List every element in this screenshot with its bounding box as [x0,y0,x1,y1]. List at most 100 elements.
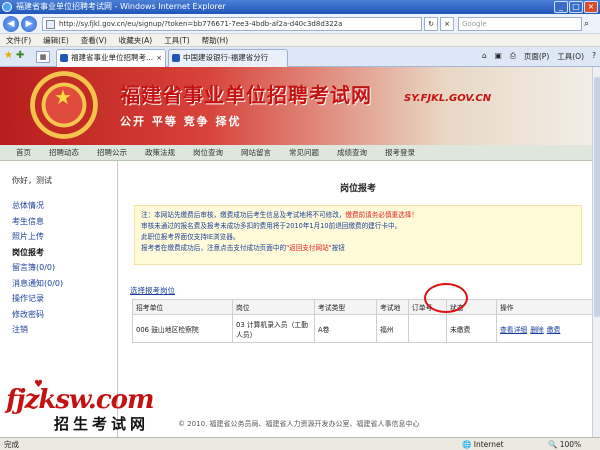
sidebar-item-photo-upload[interactable]: 照片上传 [12,229,117,245]
user-greeting: 你好，测试 [12,176,52,185]
notice-text-1a: 注：本网站先缴费后审核，缴费成功后考生信息及考试地将不可修改， [141,211,346,219]
nav-recruit-notice[interactable]: 招聘公示 [97,145,127,160]
sidebar-item-guestbook[interactable]: 留言簿(0/0) [12,260,117,276]
tab-close-icon[interactable]: × [156,50,162,66]
delete-link[interactable]: 删除 [530,326,544,334]
quick-tabs-icon[interactable]: ▦ [36,51,50,63]
table-row: 006 鼓山地区检察院 03 计算机录入员（工勤人员） A卷 福州 未缴费 查看… [132,314,592,343]
address-toolbar: ◀ ▶ http://sy.fjkl.gov.cn/eu/signup/?tok… [0,14,600,34]
nav-position-query[interactable]: 岗位查询 [193,145,223,160]
stop-icon[interactable]: × [440,17,454,31]
pay-link[interactable]: 缴费 [547,326,561,334]
window-titlebar: 福建省事业单位招聘考试网 - Windows Internet Explorer… [0,0,600,14]
sidebar-item-notifications[interactable]: 消息通知(0/0) [12,276,117,292]
zone-label: Internet [473,440,504,449]
scrollbar-thumb[interactable] [594,77,600,317]
watermark-text: 招生考试网 [54,415,150,433]
status-bar: 完成 🌐 Internet 🔍 100% [0,437,600,450]
tab-bar: ★ ✚ ▦ 福建省事业单位招聘考... × 中国建设银行-福建省分行 ⌂ ▣ ⎙… [0,47,600,67]
minimize-button[interactable]: _ [554,1,568,13]
address-actions: ↻ × [424,17,454,31]
notice-text-4c: 按钮 [331,244,345,252]
tab-inactive-label: 中国建设银行-福建省分行 [183,53,269,62]
notice-line-4: 报考者在缴费成功后，注意点击支付成功页面中的"返回支付网站"按钮 [141,243,575,254]
menu-bar: 文件(F) 编辑(E) 查看(V) 收藏夹(A) 工具(T) 帮助(H) [0,34,600,47]
maximize-button[interactable]: □ [569,1,583,13]
sidebar-item-history[interactable]: 操作记录 [12,291,117,307]
menu-edit[interactable]: 编辑(E) [43,34,69,46]
cell-exam-place: 福州 [376,314,409,343]
table-header-row: 招考单位 岗位 考试类型 考试地 订单号 状态 操作 [132,299,592,315]
sidebar-item-change-password[interactable]: 修改密码 [12,307,117,323]
sidebar-item-overview[interactable]: 总体情况 [12,198,117,214]
page-viewport: ★ 福建省事业单位招聘考试网 公开 平等 竞争 择优 SY.FJKL.GOV.C… [0,67,592,437]
menu-view[interactable]: 查看(V) [81,34,107,46]
refresh-icon[interactable]: ↻ [424,17,438,31]
site-banner: ★ 福建省事业单位招聘考试网 公开 平等 竞争 择优 SY.FJKL.GOV.C… [0,67,592,145]
notice-line-3: 此职位报考界面仅支持IE浏览器。 [141,233,240,241]
window-controls: _ □ × [554,1,598,13]
sidebar-item-profile[interactable]: 考生信息 [12,214,117,230]
menu-file[interactable]: 文件(F) [6,34,31,46]
cell-status: 未缴费 [446,314,497,343]
site-title: 福建省事业单位招聘考试网 [120,83,372,107]
nav-login[interactable]: 报考登录 [385,145,415,160]
zoom-level[interactable]: 🔍 100% [548,438,581,450]
address-input[interactable]: http://sy.fjkl.gov.cn/eu/signup/?token=b… [42,17,422,31]
tab-active[interactable]: 福建省事业单位招聘考... × [56,49,166,67]
tab-site-icon [60,54,68,62]
favorites-star-icon[interactable]: ★ [4,50,13,61]
tab-bank-icon [172,54,180,62]
back-button[interactable]: ◀ [3,16,19,32]
national-emblem-icon: ★ [30,71,98,139]
status-text: 完成 [4,440,19,449]
page-icon [46,20,55,29]
nav-policy[interactable]: 政策法规 [145,145,175,160]
main-nav: 首页 招聘动态 招聘公示 政策法规 岗位查询 网站留言 常见问题 成绩查询 报考… [0,145,592,161]
page-title: 岗位报考 [339,184,376,194]
page-menu[interactable]: 页面(P) [524,51,549,62]
menu-tools[interactable]: 工具(T) [164,34,189,46]
home-icon[interactable]: ⌂ [482,51,487,62]
notice-text-4a: 报考者在缴费成功后，注意点击支付成功页面中的 [141,244,287,252]
tab-active-label: 福建省事业单位招聘考... [71,53,154,62]
search-icon[interactable]: ⌕ [584,18,596,30]
nav-recruit-news[interactable]: 招聘动态 [49,145,79,160]
search-input[interactable]: Google [458,17,582,31]
sidebar-item-apply[interactable]: 岗位报考 [12,245,117,261]
tab-inactive[interactable]: 中国建设银行-福建省分行 [168,49,288,67]
sidebar-item-logout[interactable]: 注销 [12,322,117,338]
nav-messages[interactable]: 网站留言 [241,145,271,160]
col-exam-type: 考试类型 [314,299,377,315]
window-title: 福建省事业单位招聘考试网 - Windows Internet Explorer [16,2,226,11]
site-footer: © 2010. 福建省公务员局、福建省人力资源开发办公室、福建省人事信息中心 [178,420,420,428]
col-position: 岗位 [232,299,315,315]
site-url: SY.FJKL.GOV.CN [404,93,492,104]
nav-home[interactable]: 首页 [16,145,31,160]
vertical-scrollbar[interactable] [592,67,600,437]
view-details-link[interactable]: 查看详细 [500,326,527,334]
forward-button[interactable]: ▶ [21,16,37,32]
notice-return-button-name: "返回支付网站" [286,244,332,252]
application-table: 招考单位 岗位 考试类型 考试地 订单号 状态 操作 006 鼓山地区检察院 0… [132,299,592,343]
notice-box: 注：本网站先缴费后审核，缴费成功后考生信息及考试地将不可修改，缴费前请务必慎重选… [134,205,582,265]
tools-menu[interactable]: 工具(O) [557,51,584,62]
menu-help[interactable]: 帮助(H) [202,34,229,46]
nav-faq[interactable]: 常见问题 [289,145,319,160]
feeds-icon[interactable]: ▣ [495,51,502,62]
cell-exam-type: A卷 [314,314,377,343]
add-favorite-icon[interactable]: ✚ [16,50,24,61]
cell-order-no [408,314,447,343]
print-icon[interactable]: ⎙ [510,51,516,62]
close-button[interactable]: × [584,1,598,13]
internet-zone: 🌐 Internet [462,440,504,449]
notice-line-2: 审核未通过的报名费及报考未成功多扣的费用将于2010年1月10前退回缴费的建行卡… [141,222,402,230]
zoom-label: 100% [559,440,582,449]
select-position-link[interactable]: 选择报考岗位 [130,285,175,296]
help-icon[interactable]: ? [592,51,596,62]
nav-score-query[interactable]: 成绩查询 [337,145,367,160]
col-exam-place: 考试地 [376,299,409,315]
menu-favorites[interactable]: 收藏夹(A) [119,34,152,46]
notice-warning: 缴费前请务必慎重选择！ [345,211,418,219]
cell-position: 03 计算机录入员（工勤人员） [232,314,315,343]
